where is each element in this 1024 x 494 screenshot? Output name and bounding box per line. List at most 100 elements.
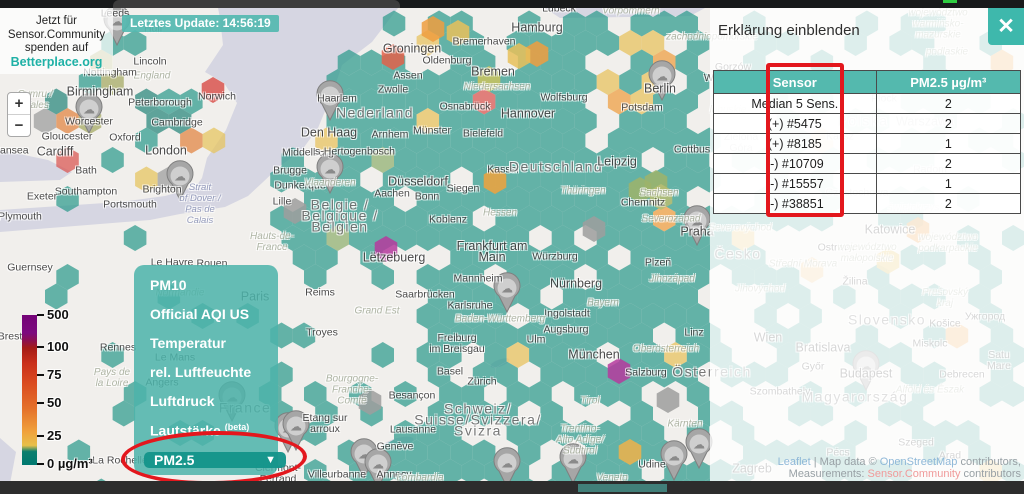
map-label: Lëtzebuerg — [363, 253, 426, 264]
map-label: Linz — [684, 328, 703, 339]
map-label: Guernsey — [7, 263, 53, 274]
osm-link[interactable]: OpenStreetMap — [880, 456, 958, 468]
map-label: Lille — [273, 197, 292, 208]
map-label: Arnhem — [372, 130, 409, 141]
map-label: Bremen — [471, 67, 515, 78]
layer-menu: PM10 Official AQI US Temperatur rel. Luf… — [134, 265, 278, 475]
beta-superscript: (beta) — [225, 422, 250, 432]
map-label: Zwolle — [378, 85, 408, 96]
map-label: Cambridge — [151, 118, 202, 129]
table-row[interactable]: (-) #155571 — [714, 174, 1021, 194]
table-row[interactable]: (+) #54752 — [714, 114, 1021, 134]
last-update-badge: Letztes Update: 14:56:19 — [122, 15, 279, 32]
map-label: Siegen — [447, 184, 480, 195]
close-panel-button[interactable]: ✕ — [988, 8, 1024, 45]
map-label: Brugge — [273, 166, 307, 177]
betterplace-link[interactable]: Betterplace.org — [0, 56, 113, 70]
map-label: Besançon — [389, 391, 436, 402]
explanation-panel: Erklärung einblenden ✕ Sensor PM2.5 µg/m… — [710, 8, 1024, 481]
map-label: Brest — [0, 332, 22, 343]
map-label: Berlin — [644, 84, 676, 95]
map-label: Peterborough — [128, 98, 192, 109]
table-row[interactable]: Median 5 Sens.2 — [714, 94, 1021, 114]
map-label: Praha — [680, 227, 713, 238]
explanation-toggle[interactable]: Erklärung einblenden — [718, 22, 860, 39]
menu-item-pm10[interactable]: PM10 — [150, 277, 270, 293]
lautstaerke-label: Lautstärke — [150, 423, 221, 439]
map-label: Potsdam — [621, 103, 662, 114]
map-label: Sachsen — [640, 188, 679, 199]
menu-selected-pm25[interactable]: PM2.5 ▼ — [144, 452, 286, 468]
map-label: Basel — [437, 367, 463, 378]
map-label: England — [134, 71, 171, 82]
map-label: Plymouth — [0, 212, 42, 223]
map-label: Southampton — [55, 187, 117, 198]
map-label: Oberösterreich — [633, 344, 699, 355]
map-label: Nederland — [336, 108, 414, 119]
map-label: Middelburg — [282, 148, 334, 159]
map-label: Thüringen — [560, 186, 605, 197]
map-label: Trentino- Alto Adige/ Südtirol — [556, 424, 604, 457]
map-label: Schweiz/ Suisse/Svizzera/ Svizra — [414, 404, 541, 437]
map-label: Freiburg im Breisgau — [429, 333, 484, 355]
sensor-column-header: Sensor — [714, 71, 877, 94]
map-label: Bonn — [415, 192, 440, 203]
sensor-community-link[interactable]: Sensor.Community — [868, 468, 961, 480]
map-label: Genève — [377, 442, 414, 453]
map-label: Etang sur arroux — [303, 413, 348, 435]
map-label: Groningen — [383, 44, 441, 55]
map-label: Salzburg — [625, 368, 666, 379]
map-label: Karlsruhe — [448, 301, 493, 312]
map-label: Hessen — [483, 208, 517, 219]
map-label: Bayern — [587, 298, 619, 309]
menu-item-luftfeuchte[interactable]: rel. Luftfeuchte — [150, 364, 270, 380]
browser-tab[interactable] — [113, 0, 400, 8]
map-label: Pays de la Loire — [94, 367, 130, 389]
map-label: s-Hertogenbosch — [315, 147, 395, 158]
taskbar-item[interactable] — [578, 484, 667, 492]
zoom-out-button[interactable]: − — [8, 115, 30, 136]
map-label: Dunkerque — [274, 181, 325, 192]
map-label: Aachen — [374, 189, 410, 200]
map-label: Hamburg — [511, 23, 562, 34]
map-label: Leipzig — [597, 157, 637, 168]
value-column-header: PM2.5 µg/m³ — [876, 71, 1020, 94]
table-row[interactable]: (-) #107092 — [714, 154, 1021, 174]
map-label: Vlaanderen — [304, 178, 355, 189]
map-label: Koblenz — [429, 215, 467, 226]
zoom-in-button[interactable]: + — [8, 93, 30, 115]
table-row[interactable]: (+) #81851 — [714, 134, 1021, 154]
menu-item-aqi-us[interactable]: Official AQI US — [150, 306, 270, 322]
donation-text: Jetzt für — [0, 15, 113, 29]
map-label: Cardiff — [37, 147, 74, 158]
map-label: Jihozápad — [649, 274, 695, 285]
table-row[interactable]: (-) #388512 — [714, 194, 1021, 214]
menu-item-lautstaerke[interactable]: Lautstärke (beta) — [150, 422, 270, 439]
map-label: Münster — [413, 126, 451, 137]
map-label: Gloucester — [42, 132, 93, 143]
map-label: Annecy — [376, 470, 411, 481]
map-label: Chemnitz — [621, 198, 665, 209]
map-label: Portsmouth — [103, 200, 157, 211]
map-label: Zürich — [467, 377, 496, 388]
menu-item-luftdruck[interactable]: Luftdruck — [150, 393, 270, 409]
sensor-table: Sensor PM2.5 µg/m³ Median 5 Sens.2 (+) #… — [713, 70, 1021, 214]
map-label: Brighton — [142, 185, 181, 196]
donation-text: spenden auf — [0, 42, 113, 56]
map-label: Reims — [305, 288, 335, 299]
map-label: Norwich — [198, 92, 236, 103]
taskbar — [0, 481, 1024, 494]
map-label: Haarlem — [317, 94, 357, 105]
map-label: München — [568, 350, 619, 361]
map-label: Oxford — [109, 133, 141, 144]
leaflet-link[interactable]: Leaflet — [778, 456, 811, 468]
zoom-control: + − — [7, 92, 31, 137]
map-label: Swansea — [0, 146, 29, 157]
map-label: Cottbus — [674, 145, 710, 156]
map-label: Mannheim — [453, 274, 502, 285]
map-label: Tirol — [580, 396, 599, 407]
map-label: Plzeň — [645, 258, 671, 269]
map-label: Osnabrück — [440, 102, 491, 113]
menu-item-temperatur[interactable]: Temperatur — [150, 335, 270, 351]
map-label: Würzburg — [532, 252, 578, 263]
